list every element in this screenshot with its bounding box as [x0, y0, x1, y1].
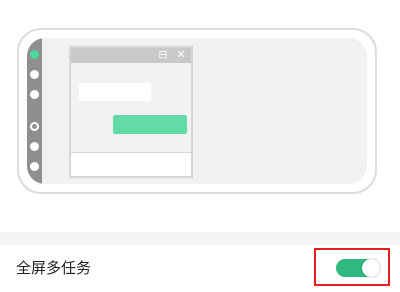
section-divider [0, 232, 400, 245]
outgoing-message-bubble [113, 115, 187, 134]
message-input-bar [71, 152, 191, 176]
setting-label: 全屏多任务 [16, 259, 92, 277]
dock-app-icon [30, 70, 39, 79]
dock-app-icon [30, 162, 39, 171]
floating-window-titlebar: ⊟ ✕ [71, 48, 191, 63]
dock-app-icon [30, 90, 39, 99]
close-icon: ✕ [176, 48, 186, 61]
multitask-toggle-switch[interactable] [336, 259, 380, 277]
phone-illustration: ⊟ ✕ [17, 28, 377, 194]
dock-app-active-icon [30, 50, 39, 59]
side-dock [27, 38, 42, 184]
incoming-message-bubble [79, 83, 151, 101]
dock-ring-icon [30, 122, 39, 131]
floating-window: ⊟ ✕ [69, 46, 193, 178]
chat-area [71, 63, 191, 155]
phone-screen: ⊟ ✕ [27, 38, 367, 184]
setting-row-multitask[interactable]: 全屏多任务 [0, 245, 400, 292]
multitask-settings-page: ⊟ ✕ 全屏多任务 [0, 0, 400, 292]
minimize-icon: ⊟ [158, 48, 168, 61]
dock-app-icon [30, 142, 39, 151]
toggle-knob [362, 259, 380, 277]
